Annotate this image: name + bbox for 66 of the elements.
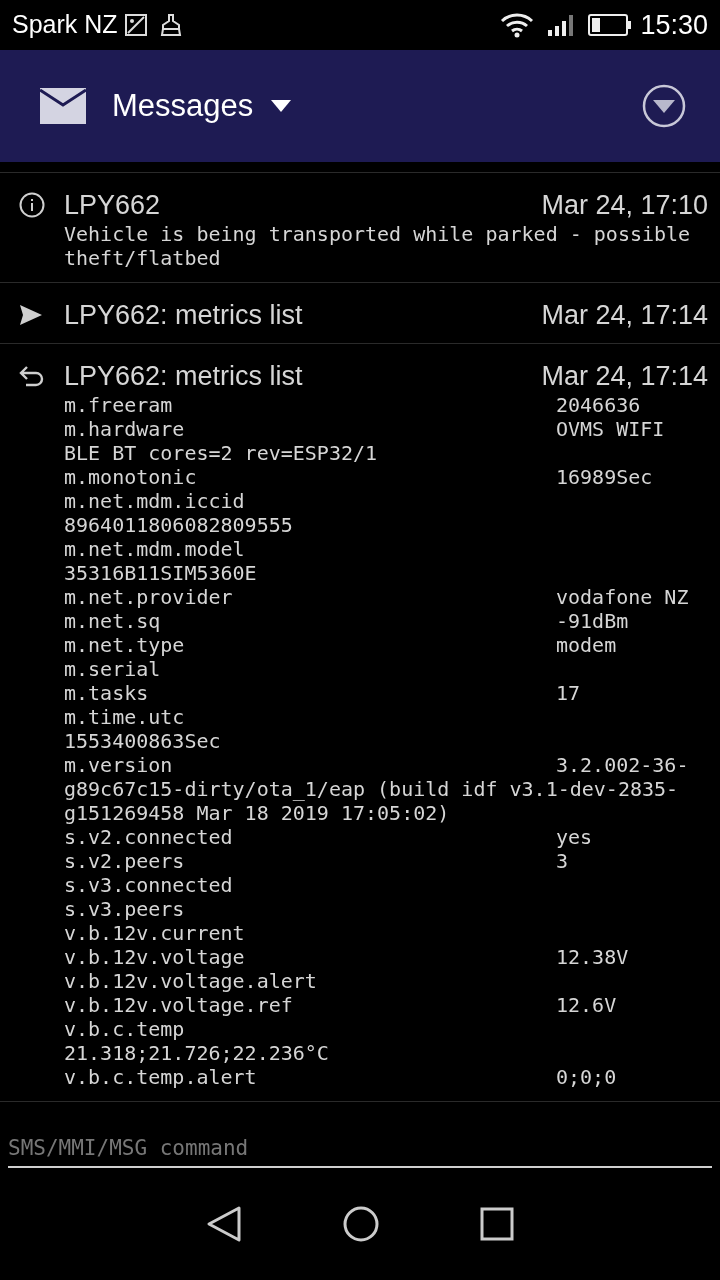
clock-time: 15:30 xyxy=(640,8,708,42)
metric-name: v.b.c.temp xyxy=(64,1017,185,1041)
reply-icon xyxy=(18,364,46,388)
message-title: LPY662 xyxy=(64,189,161,221)
metric-name: m.version xyxy=(64,753,174,777)
metric-name: v.b.12v.current xyxy=(64,921,245,945)
message-title: LPY662: metrics list xyxy=(64,360,303,392)
metric-value: vodafone NZ xyxy=(556,585,689,609)
metric-value: 0;0;0 xyxy=(556,1065,617,1089)
metric-name: 35316B11SIM5360E xyxy=(64,561,257,585)
metric-name: m.net.provider xyxy=(64,585,234,609)
metric-name: m.net.mdm.iccid xyxy=(64,489,245,513)
metric-name: m.net.sq xyxy=(64,609,162,633)
metric-name: m.net.mdm.model xyxy=(64,537,245,561)
metric-value: 17 xyxy=(556,681,581,705)
metric-name: m.tasks xyxy=(64,681,150,705)
metric-name: m.serial xyxy=(64,657,161,681)
metric-name: g151269458 Mar 18 2019 17:05:02) xyxy=(64,801,450,825)
metric-name: s.v2.peers xyxy=(64,849,186,873)
metric-value: -91dBm xyxy=(556,609,629,633)
command-field[interactable]: SMS/MMI/MSG command xyxy=(8,1130,712,1168)
metric-value: 3.2.002-36- xyxy=(556,753,689,777)
cleaner-icon xyxy=(159,13,182,37)
metric-name: v.b.12v.voltage xyxy=(64,945,246,969)
metric-name: m.freeram xyxy=(64,393,174,417)
message-time: Mar 24, 17:10 xyxy=(541,189,708,221)
metric-name: m.time.utc xyxy=(64,705,185,729)
send-icon xyxy=(18,303,44,327)
metric-name: v.b.12v.voltage.alert xyxy=(64,969,317,993)
image-icon xyxy=(123,13,148,37)
metric-value: 16989Sec xyxy=(556,465,653,489)
metric-name: s.v2.connected xyxy=(64,825,234,849)
metric-name: s.v3.connected xyxy=(64,873,233,897)
envelope-icon xyxy=(40,88,86,124)
message-time: Mar 24, 17:14 xyxy=(541,299,708,331)
metric-value: OVMS WIFI xyxy=(556,417,665,441)
app-title[interactable]: Messages xyxy=(112,82,254,130)
dropdown-icon[interactable] xyxy=(642,84,686,128)
metric-value: yes xyxy=(556,825,593,849)
metric-name: v.b.c.temp.alert xyxy=(64,1065,258,1089)
message-body: Vehicle is being transported while parked - possible theft/flatbed xyxy=(63,222,692,270)
metric-name: v.b.12v.voltage.ref xyxy=(64,993,294,1017)
metric-name: 1553400863Sec xyxy=(64,729,221,753)
metric-value: 12.38V xyxy=(556,945,629,969)
message-title: LPY662: metrics list xyxy=(64,299,303,331)
metric-name: g89c67c15-dirty/ota_1/eap (build idf v3.1-dev-2835- xyxy=(64,777,679,801)
metric-value: modem xyxy=(556,633,617,657)
caret-icon[interactable] xyxy=(271,100,292,112)
metric-value: 12.6V xyxy=(556,993,617,1017)
recents-icon[interactable] xyxy=(480,1207,514,1241)
message-time: Mar 24, 17:14 xyxy=(541,360,708,392)
metric-name: 8964011806082809555 xyxy=(64,513,293,537)
wifi-icon xyxy=(500,12,535,38)
metric-name: BLE BT cores=2 rev=ESP32/1 xyxy=(64,441,378,465)
back-icon[interactable] xyxy=(206,1205,242,1243)
metric-name: m.monotonic xyxy=(64,465,198,489)
metric-name: 21.318;21.726;22.236°C xyxy=(64,1041,329,1065)
home-icon[interactable] xyxy=(342,1205,380,1243)
metric-name: m.hardware xyxy=(64,417,186,441)
metric-value: 3 xyxy=(556,849,569,873)
info-icon xyxy=(18,191,46,219)
battery-icon xyxy=(588,13,633,37)
metric-name: m.net.type xyxy=(64,633,186,657)
metric-name: s.v3.peers xyxy=(64,897,185,921)
carrier-name: Spark NZ xyxy=(12,9,118,41)
metric-value: 2046636 xyxy=(556,393,641,417)
